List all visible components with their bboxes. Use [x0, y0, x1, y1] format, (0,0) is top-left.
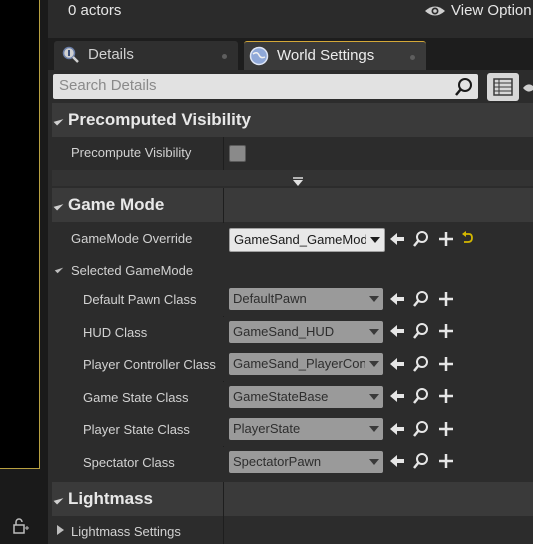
dropdown-value: GameStateBase [233, 389, 329, 404]
dropdown-value: PlayerState [233, 421, 301, 436]
search-input[interactable] [59, 77, 439, 94]
category-lightmass[interactable]: Lightmass [52, 482, 533, 516]
add-plus-icon[interactable] [437, 387, 455, 405]
property-row-selected-gamemode[interactable]: Selected GameMode [52, 255, 533, 287]
chevron-down-icon [369, 329, 379, 335]
chevron-down-icon [369, 459, 379, 465]
property-label: Precompute Visibility [71, 145, 192, 160]
hud-class-dropdown[interactable]: GameSand_HUD [229, 321, 383, 343]
details-icon [62, 46, 80, 64]
advanced-expander[interactable] [52, 170, 533, 186]
use-selected-arrow-icon[interactable] [388, 387, 406, 405]
eye-icon [424, 3, 446, 19]
precompute-visibility-checkbox[interactable] [229, 145, 246, 162]
list-grid-icon [493, 78, 513, 96]
globe-icon [249, 46, 269, 66]
chevron-down-icon [369, 426, 379, 432]
property-label: GameMode Override [71, 231, 193, 246]
tab-close-dot[interactable] [222, 54, 227, 59]
property-label: Default Pawn Class [83, 292, 197, 307]
browse-search-icon[interactable] [412, 452, 430, 470]
game-state-dropdown[interactable]: GameStateBase [229, 386, 383, 408]
property-label: Player State Class [83, 422, 190, 437]
property-label: Game State Class [83, 390, 189, 405]
add-plus-icon[interactable] [437, 355, 455, 373]
browse-search-icon[interactable] [412, 420, 430, 438]
lock-icon[interactable] [10, 516, 32, 536]
add-plus-icon[interactable] [437, 230, 455, 248]
dropdown-value: DefaultPawn [233, 291, 307, 306]
default-pawn-dropdown[interactable]: DefaultPawn [229, 288, 383, 310]
actor-count: 0 actors [68, 2, 122, 19]
tab-details-label: Details [88, 46, 134, 63]
dropdown-value: GameSand_PlayerController [233, 356, 365, 371]
collapse-arrow-icon [54, 264, 64, 274]
chevron-down-icon [369, 394, 379, 400]
player-state-dropdown[interactable]: PlayerState [229, 418, 383, 440]
collapse-arrow-icon [53, 115, 64, 126]
property-matrix-button[interactable] [487, 73, 519, 101]
browse-search-icon[interactable] [412, 387, 430, 405]
chevron-down-icon [369, 361, 379, 367]
dropdown-value: GameSand_HUD [233, 324, 335, 339]
chevron-down-icon [370, 237, 380, 243]
category-title: Lightmass [68, 489, 154, 508]
tab-world-settings-label: World Settings [277, 47, 375, 64]
tab-close-dot[interactable] [410, 55, 415, 60]
tab-world-settings[interactable]: World Settings [244, 41, 426, 71]
tab-details[interactable]: Details [54, 41, 238, 70]
browse-search-icon[interactable] [412, 290, 430, 308]
expand-down-icon [292, 174, 304, 186]
dropdown-value: SpectatorPawn [233, 454, 322, 469]
column-splitter[interactable] [223, 482, 224, 544]
add-plus-icon[interactable] [437, 452, 455, 470]
property-label: Selected GameMode [71, 263, 194, 278]
add-plus-icon[interactable] [437, 420, 455, 438]
property-label: HUD Class [83, 325, 148, 340]
eye-icon[interactable] [522, 80, 533, 96]
use-selected-arrow-icon[interactable] [388, 452, 406, 470]
chevron-down-icon [369, 296, 379, 302]
viewport[interactable] [0, 0, 40, 469]
category-precomputed-visibility[interactable]: Precomputed Visibility [52, 103, 533, 137]
add-plus-icon[interactable] [437, 322, 455, 340]
use-selected-arrow-icon[interactable] [388, 322, 406, 340]
dropdown-value: GameSand_GameMode [234, 232, 366, 247]
gamemode-override-dropdown[interactable]: GameSand_GameMode [229, 228, 385, 252]
use-selected-arrow-icon[interactable] [388, 290, 406, 308]
use-selected-arrow-icon[interactable] [388, 355, 406, 373]
view-options-label: View Option [451, 2, 532, 19]
spectator-dropdown[interactable]: SpectatorPawn [229, 451, 383, 473]
property-row-lightmass-settings[interactable]: Lightmass Settings [52, 516, 533, 544]
property-label: Lightmass Settings [71, 524, 181, 539]
browse-search-icon[interactable] [412, 355, 430, 373]
property-label: Player Controller Class [83, 357, 216, 372]
use-selected-arrow-icon[interactable] [388, 420, 406, 438]
collapse-arrow-icon [53, 494, 64, 505]
collapse-arrow-icon [53, 200, 64, 211]
category-game-mode[interactable]: Game Mode [52, 188, 533, 222]
expand-arrow-icon [57, 525, 64, 535]
search-icon[interactable] [454, 77, 474, 97]
column-splitter[interactable] [223, 137, 224, 170]
player-controller-dropdown[interactable]: GameSand_PlayerController [229, 353, 383, 375]
browse-search-icon[interactable] [412, 322, 430, 340]
use-selected-arrow-icon[interactable] [388, 230, 406, 248]
category-title: Precomputed Visibility [68, 110, 251, 129]
browse-search-icon[interactable] [412, 230, 430, 248]
search-box[interactable] [53, 74, 478, 99]
add-plus-icon[interactable] [437, 290, 455, 308]
property-label: Spectator Class [83, 455, 175, 470]
property-row-precompute-visibility: Precompute Visibility [52, 137, 533, 169]
category-title: Game Mode [68, 195, 165, 214]
reset-to-default-icon[interactable] [460, 230, 474, 246]
